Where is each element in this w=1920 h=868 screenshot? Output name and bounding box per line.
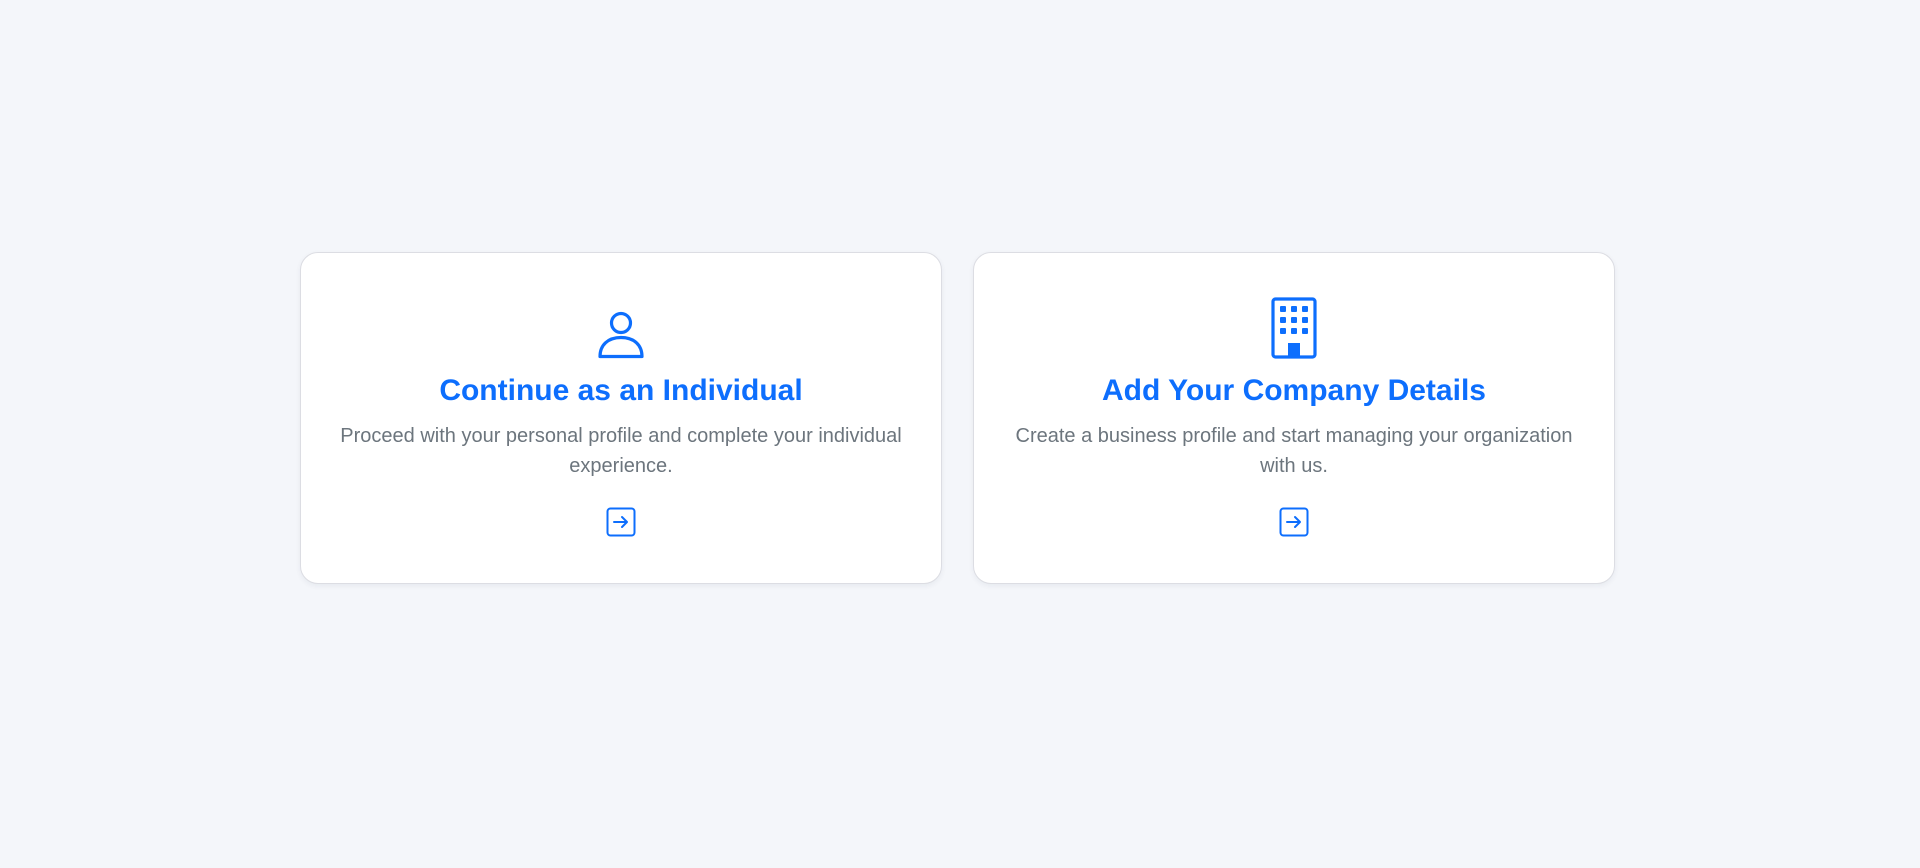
individual-card[interactable]: Continue as an Individual Proceed with y… bbox=[300, 252, 942, 584]
company-continue-button[interactable] bbox=[1279, 507, 1309, 537]
person-icon bbox=[598, 297, 644, 359]
building-icon bbox=[1271, 297, 1317, 359]
arrow-right-square-icon bbox=[1279, 507, 1309, 537]
arrow-right-square-icon bbox=[606, 507, 636, 537]
company-card-title: Add Your Company Details bbox=[1102, 374, 1486, 407]
individual-card-description: Proceed with your personal profile and c… bbox=[340, 425, 902, 477]
account-type-options: Continue as an Individual Proceed with y… bbox=[300, 252, 1615, 584]
individual-continue-button[interactable] bbox=[606, 507, 636, 537]
company-card[interactable]: Add Your Company Details Create a busine… bbox=[973, 252, 1615, 584]
company-card-description: Create a business profile and start mana… bbox=[1015, 425, 1573, 477]
individual-card-title: Continue as an Individual bbox=[439, 374, 803, 407]
